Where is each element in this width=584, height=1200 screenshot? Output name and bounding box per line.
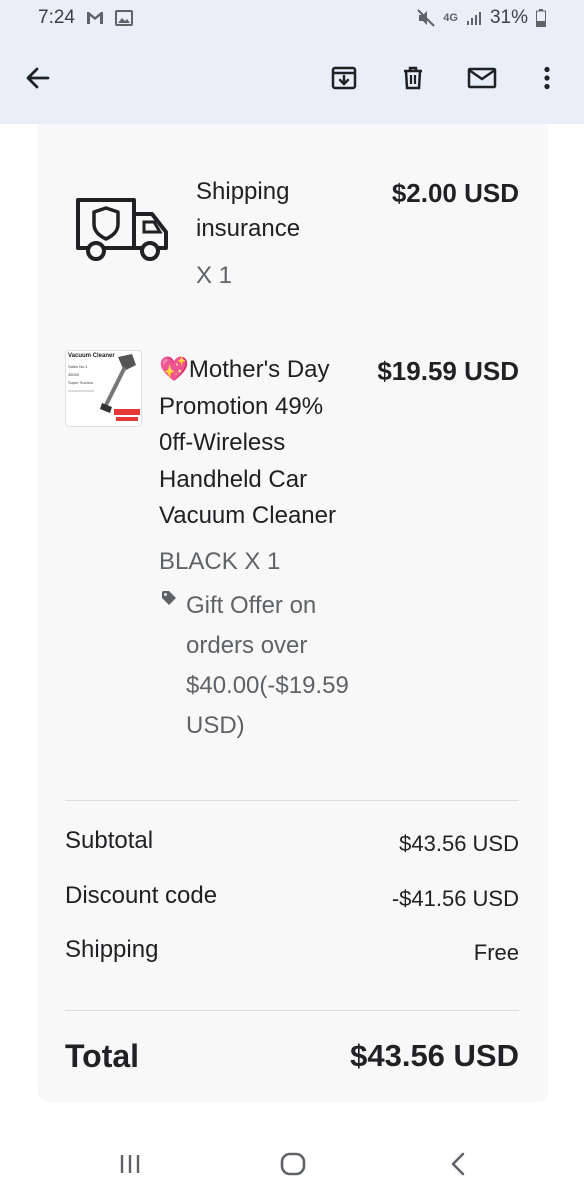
item-variant: BLACK X 1 — [159, 548, 281, 575]
mail-icon — [467, 66, 497, 95]
subtotal-value: $43.56 USD — [399, 831, 519, 856]
home-icon — [280, 1152, 306, 1181]
image-notification-icon — [114, 10, 133, 26]
divider — [65, 1010, 519, 1011]
item-name-line: Shipping — [196, 178, 290, 205]
discount-line: USD) — [186, 712, 245, 739]
item-name-line: 0ff-Wireless — [159, 429, 286, 456]
item-name-line: Promotion 49% — [159, 392, 324, 420]
status-bar: 7:24 4G 31% — [0, 0, 584, 36]
discount-note: Gift Offer on orders over $40.00(-$19.59… — [186, 586, 349, 746]
product-thumbnail: Vacuum Cleaner Sales No.1 38000 Super Su… — [65, 350, 142, 427]
back-chevron-icon — [450, 1152, 466, 1181]
discount-label: Discount code — [65, 882, 218, 909]
subtotal-label: Subtotal — [65, 827, 154, 854]
delete-button[interactable] — [389, 56, 437, 104]
network-4g-icon: 4G — [443, 12, 458, 24]
network-label: 4G — [443, 12, 458, 24]
order-summary-card: Shipping insurance X 1 $2.00 USD Vacuum … — [38, 124, 548, 1102]
truck-shield-icon — [74, 194, 170, 269]
arrow-left-icon — [24, 64, 52, 97]
back-button[interactable] — [14, 56, 62, 104]
system-back-button[interactable] — [436, 1148, 480, 1184]
recents-button[interactable] — [108, 1148, 152, 1184]
vacuum-product-image — [68, 354, 140, 421]
item-name-line: Mother's Day — [188, 356, 330, 383]
item-name-line: Vacuum Cleaner — [159, 502, 336, 529]
trash-icon — [399, 64, 427, 97]
item-name: Shipping insurance — [196, 174, 300, 247]
divider — [65, 800, 519, 801]
recents-icon — [119, 1154, 141, 1179]
mark-unread-button[interactable] — [458, 56, 506, 104]
item-quantity: X 1 — [196, 262, 233, 289]
home-button[interactable] — [271, 1148, 315, 1184]
archive-button[interactable] — [320, 56, 368, 104]
gmail-notification-icon — [85, 10, 105, 26]
item-price: $19.59 USD — [377, 356, 519, 386]
battery-percent: 31% — [489, 7, 528, 28]
item-name-line: Handheld Car — [159, 465, 308, 493]
item-name-line: insurance — [196, 214, 301, 242]
discount-line: orders over — [186, 632, 308, 659]
status-time: 7:24 — [38, 7, 75, 28]
heart-emoji-icon: 💖 — [159, 356, 189, 383]
total-value: $43.56 USD — [350, 1038, 519, 1073]
more-options-button[interactable] — [523, 56, 571, 104]
discount-value: -$41.56 USD — [391, 886, 519, 911]
tag-icon — [161, 590, 177, 611]
system-nav-bar — [0, 1130, 584, 1200]
signal-icon — [466, 10, 482, 26]
shipping-value: Free — [473, 940, 519, 965]
discount-line: $40.00(-$19.59 — [186, 672, 349, 699]
total-label: Total — [65, 1038, 140, 1074]
more-vert-icon — [543, 66, 551, 95]
mute-icon — [417, 9, 435, 27]
item-price: $2.00 USD — [391, 178, 519, 208]
discount-line: Gift Offer on — [186, 592, 317, 619]
archive-icon — [330, 64, 358, 97]
app-bar — [0, 36, 584, 124]
shipping-label: Shipping — [65, 936, 159, 963]
battery-icon — [536, 9, 546, 27]
item-name: 💖Mother's Day Promotion 49% 0ff-Wireless… — [159, 352, 336, 535]
